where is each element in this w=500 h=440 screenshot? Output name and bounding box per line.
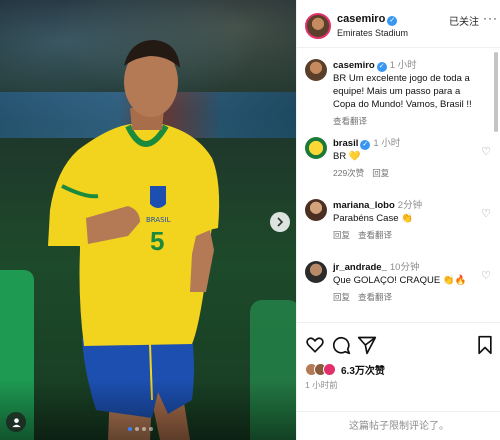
comment-avatar[interactable] (305, 199, 327, 221)
comment-username[interactable]: jr_andrade_ (333, 262, 387, 273)
svg-text:BRASIL: BRASIL (146, 216, 171, 224)
comment-icon[interactable] (331, 335, 351, 355)
comment-time: 1 小时 (373, 138, 401, 149)
caption-meta: 查看翻译 (333, 115, 483, 128)
carousel-dots (128, 427, 153, 431)
likes-count[interactable]: 6.3万次赞 (341, 362, 385, 377)
post-modal: BRASIL 5 casemiro ✓ Emirates Stadium 已关注… (0, 0, 500, 440)
likes-summary[interactable]: 6.3万次赞 (305, 361, 385, 377)
jersey-number: 5 (150, 226, 165, 256)
carousel-dot (128, 427, 132, 431)
comments-list[interactable]: casemiro ✓ 1 小时 BR Um excelente jogo de to… (297, 49, 500, 319)
post-sidebar: casemiro ✓ Emirates Stadium 已关注 ··· casem… (296, 0, 500, 440)
caption-body: casemiro ✓ 1 小时 BR Um excelente jogo de to… (333, 59, 483, 128)
comment-like-count[interactable]: 229次赞 (333, 168, 364, 178)
carousel-dot (149, 427, 153, 431)
comment-like-heart-icon[interactable]: ♡ (481, 269, 491, 282)
reply-button[interactable]: 回复 (372, 168, 389, 178)
liker-avatar (323, 362, 336, 376)
user-tag-icon (11, 417, 21, 427)
carousel-dot (142, 427, 146, 431)
comment-text: Parabéns Case 👏 (333, 213, 413, 224)
verified-badge-icon: ✓ (387, 16, 398, 26)
chevron-right-icon (277, 217, 284, 227)
see-translation-link[interactable]: 查看翻译 (358, 230, 392, 240)
comment-time: 10分钟 (389, 262, 420, 273)
verified-badge-icon: ✓ (360, 140, 371, 150)
share-icon[interactable] (357, 335, 377, 355)
caption-avatar[interactable] (305, 59, 327, 81)
comment-meta: 回复 查看翻译 (333, 291, 483, 304)
carousel-dot (135, 427, 139, 431)
tagged-users-button[interactable] (6, 412, 26, 432)
post-timestamp: 1 小时前 (305, 380, 338, 390)
comment-text: BR 💛 (333, 151, 361, 162)
heart-icon[interactable] (305, 335, 325, 355)
comment-username[interactable]: mariana_lobo (333, 200, 395, 211)
comment-text: Que GOLAÇO! CRAQUE 👏🔥 (333, 275, 467, 286)
next-photo-button[interactable] (270, 212, 290, 232)
see-translation-link[interactable]: 查看翻译 (333, 116, 367, 126)
more-options-button[interactable]: ··· (483, 11, 498, 25)
comment-avatar[interactable] (305, 137, 327, 159)
author-avatar[interactable] (305, 13, 331, 39)
bookmark-icon[interactable] (475, 335, 495, 355)
see-translation-link[interactable]: 查看翻译 (358, 292, 392, 302)
author-username[interactable]: casemiro (337, 13, 385, 25)
post-actions: 6.3万次赞 1 小时前 这篇帖子限制评论了。 (297, 322, 500, 440)
reply-button[interactable]: 回复 (333, 292, 350, 302)
comments-scrollbar[interactable] (494, 52, 498, 132)
verified-badge-icon: ✓ (376, 62, 387, 72)
following-button[interactable]: 已关注 (449, 13, 479, 28)
reply-button[interactable]: 回复 (333, 230, 350, 240)
author-username-row[interactable]: casemiro ✓ (337, 13, 398, 26)
photo-bottom-shade (0, 380, 296, 440)
comment-avatar[interactable] (305, 261, 327, 283)
caption-time: 1 小时 (389, 60, 417, 71)
comment-meta: 回复 查看翻译 (333, 229, 483, 242)
comment-meta: 229次赞 回复 (333, 167, 483, 180)
comment-time: 2分钟 (397, 200, 423, 211)
player-figure: BRASIL (48, 40, 220, 440)
caption-text: BR Um excelente jogo de toda a equipe! M… (333, 73, 472, 110)
comment-body: mariana_lobo 2分钟 Parabéns Case 👏 回复 查看翻译 (333, 199, 483, 242)
comment-body: jr_andrade_ 10分钟 Que GOLAÇO! CRAQUE 👏🔥 回复… (333, 261, 483, 304)
comment-like-heart-icon[interactable]: ♡ (481, 207, 491, 220)
comment-body: brasil ✓ 1 小时 BR 💛 229次赞 回复 (333, 137, 483, 180)
comments-disabled-notice: 这篇帖子限制评论了。 (297, 411, 500, 440)
post-header: casemiro ✓ Emirates Stadium 已关注 ··· (297, 0, 500, 48)
caption-username[interactable]: casemiro (333, 60, 375, 71)
post-location[interactable]: Emirates Stadium (337, 28, 408, 38)
comment-like-heart-icon[interactable]: ♡ (481, 145, 491, 158)
comment-username[interactable]: brasil (333, 138, 358, 149)
post-photo[interactable]: BRASIL 5 (0, 0, 296, 440)
